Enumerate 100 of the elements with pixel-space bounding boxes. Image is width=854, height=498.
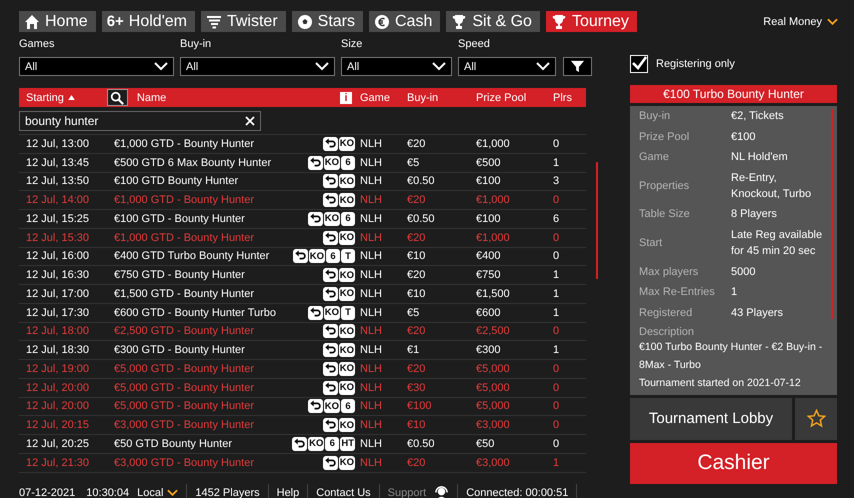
tag: 6 xyxy=(325,436,340,451)
search-button[interactable] xyxy=(106,89,128,106)
table-cell-text: €2,500 GTD - Bounty Hunter xyxy=(114,325,256,338)
table-cell-text: €300 xyxy=(476,344,502,356)
table-cell-text: €1 xyxy=(407,344,420,356)
tournament-row[interactable]: 12 Jul, 20:00 €5,000 GTD - Bounty Hunter KO NLH €30 €5,000 0 xyxy=(19,378,586,398)
table-cell-text: NLH xyxy=(360,344,384,356)
table-cell-text: NLH xyxy=(360,138,384,150)
table-cell-text: €3,000 xyxy=(476,456,511,469)
detail-value: Re-Entry, Knockout, Turbo xyxy=(731,170,812,202)
tag: 6 xyxy=(341,156,355,170)
detail-value: NL Hold'em xyxy=(731,150,789,166)
close-icon[interactable] xyxy=(245,116,255,126)
table-cell-text: €300 GTD - Bounty Hunter xyxy=(114,344,246,356)
column-header[interactable]: Game xyxy=(360,92,407,104)
tournament-row[interactable]: 12 Jul, 13:50 €100 GTD Bounty Hunter KO NLH €0.50 €100 3 xyxy=(19,172,586,192)
table-cell-text: 12 Jul, 16:30 xyxy=(26,269,90,282)
nav-tab[interactable]: Home xyxy=(19,11,96,32)
checkbox[interactable] xyxy=(630,55,648,73)
table-cell-text: 1 xyxy=(553,156,560,169)
table-cell-text: €100 GTD Bounty Hunter xyxy=(114,175,240,188)
filter-dropdown[interactable]: All xyxy=(458,57,556,76)
column-header[interactable]: Starting xyxy=(26,92,75,104)
tournament-row[interactable]: 12 Jul, 19:00 €5,000 GTD - Bounty Hunter KO NLH €20 €5,000 0 xyxy=(19,360,586,379)
tag: KO xyxy=(324,156,340,170)
column-header[interactable]: Prize Pool xyxy=(476,92,553,104)
scrollbar[interactable] xyxy=(831,109,833,319)
tournament-row[interactable]: 12 Jul, 18:30 €300 GTD - Bounty Hunter KO NLH €1 €300 1 xyxy=(19,341,586,360)
table-cell-text: €5,000 GTD - Bounty Hunter xyxy=(114,400,256,412)
tournament-row[interactable]: 12 Jul, 20:15 €3,000 GTD - Bounty Hunter KO NLH €10 €3,000 0 xyxy=(19,416,586,435)
tag: KO xyxy=(338,174,355,188)
support-link[interactable]: Support xyxy=(388,486,426,498)
table-cell-text: 1 xyxy=(553,288,560,300)
scrollbar[interactable] xyxy=(596,162,598,279)
column-header[interactable]: Buy-in xyxy=(407,92,476,104)
table-cell-text: 12 Jul, 15:25 xyxy=(26,212,90,225)
tag: KO xyxy=(324,306,340,320)
table-cell-text: 0 xyxy=(553,400,560,412)
table-cell-text: 0 xyxy=(553,194,560,206)
table-cell-text: 0 xyxy=(553,438,560,450)
sort-up-icon xyxy=(68,95,75,100)
detail-value: 43 Players xyxy=(731,306,784,321)
table-cell-text: NLH xyxy=(360,156,384,169)
help-link[interactable]: Help xyxy=(276,486,300,498)
tournament-row[interactable]: 12 Jul, 21:30 €3,000 GTD - Bounty Hunter KO NLH €20 €3,000 1 xyxy=(19,454,586,472)
detail-value: 1 xyxy=(731,285,738,300)
contact-link[interactable]: Contact Us xyxy=(316,486,371,498)
tag: T xyxy=(341,249,355,264)
table-cell-text: NLH xyxy=(360,250,384,262)
tournament-row[interactable]: 12 Jul, 20:25 €50 GTD Bounty Hunter KO 6 HT NLH €0.50 €50 0 xyxy=(19,435,586,454)
column-header[interactable]: Plrs xyxy=(553,92,586,104)
info-icon[interactable]: i xyxy=(340,92,352,104)
table-cell-text: 12 Jul, 20:00 xyxy=(26,382,90,394)
trophy-icon xyxy=(451,14,468,30)
search-field[interactable]: bounty hunter xyxy=(19,111,261,131)
nav-tab[interactable]: 6+ Hold'em xyxy=(102,11,195,32)
table-cell-text: €3,000 GTD - Bounty Hunter xyxy=(114,419,256,432)
nav-tab[interactable]: Cash xyxy=(369,11,440,32)
table-cell-text: €20 xyxy=(407,232,426,244)
tournament-row[interactable]: 12 Jul, 16:30 €750 GTD - Bounty Hunter KO NLH €20 €750 1 xyxy=(19,266,586,285)
nav-tab[interactable]: Tourney xyxy=(546,11,637,32)
tournament-row[interactable]: 12 Jul, 13:45 €500 GTD 6 Max Bounty Hunter KO 6 NLH €5 €500 1 xyxy=(19,154,586,172)
nav-tab[interactable]: Sit & Go xyxy=(446,11,540,32)
tournament-row[interactable]: 12 Jul, 16:00 €400 GTD Turbo Bounty Hunter KO 6 T NLH €10 €400 0 xyxy=(19,248,586,266)
account-dropdown[interactable]: Real Money xyxy=(763,16,838,28)
nav-tab[interactable]: Twister xyxy=(200,11,286,32)
table-cell-text: 12 Jul, 17:00 xyxy=(26,288,90,300)
tournament-row[interactable]: 12 Jul, 18:00 €2,500 GTD - Bounty Hunter KO NLH €20 €2,500 0 xyxy=(19,322,586,342)
table-cell-text: 0 xyxy=(553,250,560,262)
column-header[interactable]: Name xyxy=(136,92,340,104)
ball-icon xyxy=(296,14,313,30)
tag: KO xyxy=(338,136,355,151)
tournament-row[interactable]: 12 Jul, 20:00 €5,000 GTD - Bounty Hunter KO 6 NLH €100 €5,000 0 xyxy=(19,398,586,416)
tag: 6 xyxy=(341,399,355,414)
table-cell-text: €5 xyxy=(407,306,420,319)
tournament-row[interactable]: 12 Jul, 13:00 €1,000 GTD - Bounty Hunter KO NLH €20 €1,000 0 xyxy=(19,135,586,154)
connection-status: Connected: 00:00:51 xyxy=(466,486,568,498)
filter-button[interactable] xyxy=(563,57,592,76)
table-cell-text: NLH xyxy=(360,325,384,338)
tournament-row[interactable]: 12 Jul, 17:30 €600 GTD - Bounty Hunter Turbo KO T NLH €5 €600 1 xyxy=(19,304,586,322)
table-cell-text: €5,000 GTD - Bounty Hunter xyxy=(114,362,256,375)
cashier-button[interactable]: Cashier xyxy=(630,442,837,484)
chevron-down-icon xyxy=(432,62,446,71)
tournament-row[interactable]: 12 Jul, 14:00 €1,000 GTD - Bounty Hunter KO NLH €20 €1,000 0 xyxy=(19,191,586,210)
tournament-row[interactable]: 12 Jul, 15:30 €1,000 GTD - Bounty Hunter KO NLH €20 €1,000 0 xyxy=(19,228,586,248)
detail-label: Properties xyxy=(639,180,690,192)
status-date: 07-12-2021 xyxy=(19,486,76,498)
tournament-row[interactable]: 12 Jul, 17:00 €1,500 GTD - Bounty Hunter KO NLH €10 €1,500 1 xyxy=(19,285,586,304)
nav-tab[interactable]: Stars xyxy=(292,11,363,32)
filter-dropdown[interactable]: All xyxy=(19,57,174,76)
filter-dropdown[interactable]: All xyxy=(341,57,452,76)
table-cell-text: €750 xyxy=(476,269,502,282)
tournament-lobby-button[interactable]: Tournament Lobby xyxy=(630,398,792,440)
timezone-dropdown[interactable]: Local xyxy=(137,486,178,498)
filter-dropdown[interactable]: All xyxy=(180,57,335,76)
favorite-button[interactable] xyxy=(795,398,837,440)
table-cell-text: €5,000 xyxy=(476,362,511,375)
tournament-row[interactable]: 12 Jul, 15:25 €100 GTD - Bounty Hunter KO 6 NLH €0.50 €100 6 xyxy=(19,210,586,229)
table-cell-text: €0.50 xyxy=(407,175,436,188)
table-cell-text: NLH xyxy=(360,400,384,412)
